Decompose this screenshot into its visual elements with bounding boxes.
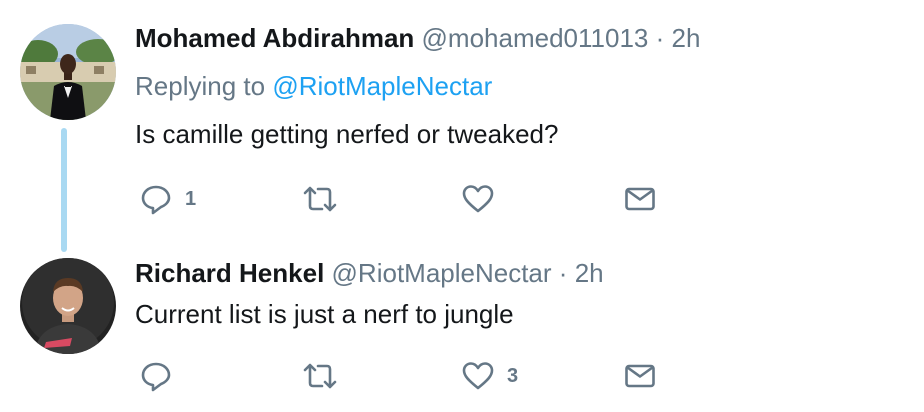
- like-button[interactable]: [461, 181, 507, 217]
- retweet-icon: [301, 182, 339, 216]
- tweet-text: Current list is just a nerf to jungle: [135, 299, 514, 329]
- separator-dot: ·: [558, 258, 568, 288]
- tweet[interactable]: Mohamed Abdirahman @mohamed011013 · 2h R…: [0, 0, 924, 252]
- reply-icon: [139, 359, 173, 393]
- author-handle[interactable]: @RiotMapleNectar: [332, 258, 552, 288]
- tweet-header: Richard Henkel @RiotMapleNectar · 2h: [135, 257, 604, 289]
- author-name[interactable]: Richard Henkel: [135, 258, 324, 288]
- reply-count: 1: [185, 187, 197, 210]
- direct-message-icon: [623, 182, 657, 216]
- author-handle[interactable]: @mohamed011013: [422, 23, 649, 53]
- separator-dot: ·: [655, 23, 665, 53]
- replying-to: Replying to @RiotMapleNectar: [135, 70, 492, 102]
- replying-to-link[interactable]: @RiotMapleNectar: [272, 71, 492, 101]
- reply-button[interactable]: [139, 358, 185, 394]
- retweet-icon: [301, 359, 339, 393]
- timestamp[interactable]: 2h: [672, 23, 701, 53]
- retweet-button[interactable]: [301, 181, 351, 217]
- avatar[interactable]: [20, 258, 116, 354]
- timestamp[interactable]: 2h: [575, 258, 604, 288]
- replying-to-label: Replying to: [135, 71, 266, 101]
- tweet-text: Is camille getting nerfed or tweaked?: [135, 119, 559, 149]
- tweet[interactable]: Richard Henkel @RiotMapleNectar · 2h Cur…: [0, 250, 924, 412]
- like-count: 3: [507, 364, 519, 387]
- direct-message-button[interactable]: [623, 181, 657, 217]
- reply-button[interactable]: 1: [139, 181, 196, 217]
- tweet-actions: 3: [135, 358, 675, 394]
- avatar[interactable]: [20, 24, 116, 120]
- tweet-actions: 1: [135, 181, 675, 217]
- reply-icon: [139, 182, 173, 216]
- retweet-button[interactable]: [301, 358, 351, 394]
- avatar-photo: [20, 258, 116, 354]
- direct-message-icon: [623, 359, 657, 393]
- tweet-header: Mohamed Abdirahman @mohamed011013 · 2h: [135, 22, 700, 54]
- like-icon: [461, 182, 495, 216]
- direct-message-button[interactable]: [623, 358, 657, 394]
- avatar-photo: [20, 24, 116, 120]
- author-name[interactable]: Mohamed Abdirahman: [135, 23, 414, 53]
- like-button[interactable]: 3: [461, 358, 518, 394]
- thread-connector-line: [61, 128, 67, 252]
- like-icon: [461, 359, 495, 393]
